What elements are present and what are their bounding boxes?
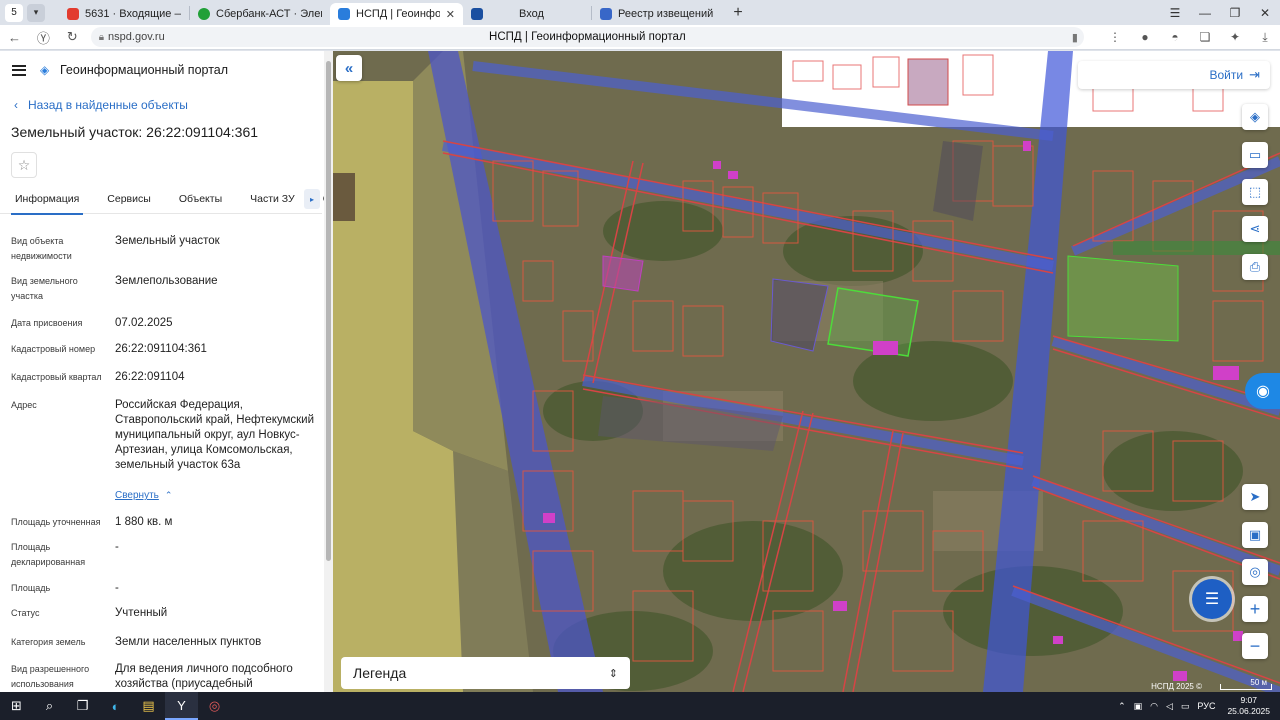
ruler-icon[interactable]: ▭ (1242, 142, 1268, 168)
assistant-icon[interactable]: ◉ (1245, 373, 1280, 409)
object-title: Земельный участок: 26:22:091104:361 (11, 124, 259, 140)
browser-tab-mail[interactable]: 5631 · Входящие — Яндекс (59, 3, 189, 25)
favorite-star-icon[interactable]: ☆ (11, 152, 37, 178)
tabs-scroll-right-icon[interactable]: ▸ (304, 189, 320, 209)
tab-services[interactable]: Сервисы (103, 188, 155, 213)
extension-icon[interactable]: ● (1130, 30, 1160, 44)
browser-menu-icon[interactable]: ☰ (1160, 6, 1190, 20)
page-title: НСПД | Геоинформационный портал (489, 31, 686, 43)
scale-bar: 50 м (1220, 678, 1272, 690)
login-icon: ⇥ (1249, 67, 1260, 82)
browser-tab-bar: 5 ▾ 5631 · Входящие — Яндекс Сбербанк-АС… (0, 0, 1280, 25)
gosuslugi-icon (471, 8, 483, 20)
satellite-map-layer (333, 51, 1280, 692)
clock[interactable]: 9:07 25.06.2025 (1227, 695, 1270, 717)
menu-icon[interactable] (12, 64, 26, 76)
url-field[interactable]: 🔒︎ nspd.gov.ru НСПД | Геоинформационный … (90, 27, 1084, 47)
network-icon[interactable]: ▣ (1134, 701, 1143, 712)
new-tab-plus-icon[interactable]: + (728, 3, 748, 23)
login-button[interactable]: Войти ⇥ (1078, 61, 1270, 89)
map-view[interactable]: « Войти ⇥ ◈ ▭ ⬚ ⋖ ⎙ ◉ ➤ ▣ ◎ ☰ + − Легенд… (333, 51, 1280, 692)
chevron-left-icon: ‹ (14, 98, 18, 112)
windows-start-icon[interactable]: ⊞ (0, 692, 33, 720)
downloads-icon[interactable]: ⤓ (1250, 30, 1280, 45)
portal-title: Геоинформационный портал (60, 63, 229, 77)
panel-header: ◈ Геоинформационный портал (0, 51, 333, 89)
tab-count-badge[interactable]: 5 (5, 3, 23, 22)
system-tray: ⌃ ▣ ◠ ◁ ▭ РУС 9:07 25.06.2025 (1110, 695, 1280, 717)
mail-icon (67, 8, 79, 20)
up-down-chevron-icon: ⇕ (608, 667, 618, 680)
collapse-panel-button[interactable]: « (336, 55, 362, 81)
sberbank-icon (198, 8, 210, 20)
zoom-out-icon[interactable]: − (1242, 633, 1268, 659)
print-icon[interactable]: ⎙ (1242, 254, 1268, 280)
browser-tab-registry[interactable]: Реестр извещений (592, 3, 722, 25)
vpn-icon[interactable]: ◓ (1160, 30, 1190, 44)
app-icon[interactable]: ◎ (198, 692, 231, 720)
panel-scrollbar[interactable] (324, 51, 333, 692)
collections-icon[interactable]: ❏ (1190, 30, 1220, 44)
chat-icon[interactable]: ☰ (1192, 579, 1232, 619)
volume-icon[interactable]: ◁ (1166, 701, 1173, 712)
close-tab-icon[interactable]: ✕ (446, 8, 455, 21)
location-search-icon[interactable]: ◎ (1242, 559, 1268, 585)
geolocation-icon[interactable]: ➤ (1242, 484, 1268, 510)
share-icon[interactable]: ⋖ (1242, 216, 1268, 242)
collapse-address-link[interactable]: Свернуть ⌃ (115, 490, 172, 501)
chevron-up-icon[interactable]: ⌃ (1118, 701, 1126, 712)
browser-tab-login[interactable]: Вход (463, 3, 591, 25)
select-area-icon[interactable]: ⬚ (1242, 179, 1268, 205)
bookmark-icon[interactable]: ▮ (1072, 31, 1078, 44)
browser-tab-sberbank[interactable]: Сбербанк-АСТ · Электрон (190, 3, 330, 25)
back-arrow-icon[interactable]: ← (0, 30, 29, 45)
legend-dropdown[interactable]: Легенда ⇕ (341, 657, 630, 689)
info-tabs: Информация Сервисы Объекты Части ЗУ Сост… (0, 188, 333, 215)
restore-icon[interactable]: ❐ (1220, 6, 1250, 20)
tab-land-parts[interactable]: Части ЗУ (246, 188, 299, 213)
task-view-icon[interactable]: ❐ (66, 692, 99, 720)
address-bar: ← Ⓨ ↻ 🔒︎ nspd.gov.ru НСПД | Геоинформаци… (0, 25, 1280, 50)
windows-taskbar: ⊞ ⌕ ❐ ◐ ▤ Y ◎ ⌃ ▣ ◠ ◁ ▭ РУС 9:07 25.06.2… (0, 692, 1280, 720)
minimize-icon[interactable]: — (1190, 6, 1220, 20)
search-icon[interactable]: ⌕ (33, 692, 66, 720)
language-indicator[interactable]: РУС (1197, 701, 1215, 711)
map-attribution: НСПД 2025 © 50 м (1151, 678, 1272, 691)
close-window-icon[interactable]: ✕ (1250, 6, 1280, 20)
layers-icon[interactable]: ◈ (1242, 104, 1268, 130)
edge-icon[interactable]: ◐ (99, 692, 132, 720)
tab-list-chevron-icon[interactable]: ▾ (27, 3, 45, 22)
tab-information[interactable]: Информация (11, 188, 84, 215)
chevron-up-icon: ⌃ (164, 490, 173, 500)
portal-logo-icon: ◈ (40, 63, 50, 77)
battery-icon[interactable]: ▭ (1181, 701, 1190, 712)
wifi-icon[interactable]: ◠ (1150, 701, 1158, 712)
zoom-in-icon[interactable]: + (1242, 596, 1268, 622)
browser-tab-nspd[interactable]: НСПД | Геоинформаци ✕ (330, 3, 463, 25)
file-explorer-icon[interactable]: ▤ (132, 692, 165, 720)
minimap-icon[interactable]: ▣ (1242, 522, 1268, 548)
more-menu-icon[interactable]: ⋮ (1100, 30, 1130, 44)
registry-icon (600, 8, 612, 20)
tab-objects[interactable]: Объекты (175, 188, 226, 213)
yandex-icon[interactable]: Ⓨ (29, 28, 58, 47)
back-to-results-link[interactable]: ‹ Назад в найденные объекты (0, 98, 333, 112)
object-info-panel: ◈ Геоинформационный портал ‹ Назад в най… (0, 51, 333, 692)
extensions-puzzle-icon[interactable]: ✦ (1220, 30, 1250, 44)
nspd-icon (338, 8, 350, 20)
reload-icon[interactable]: ↻ (58, 29, 87, 45)
yandex-browser-icon[interactable]: Y (165, 692, 198, 720)
